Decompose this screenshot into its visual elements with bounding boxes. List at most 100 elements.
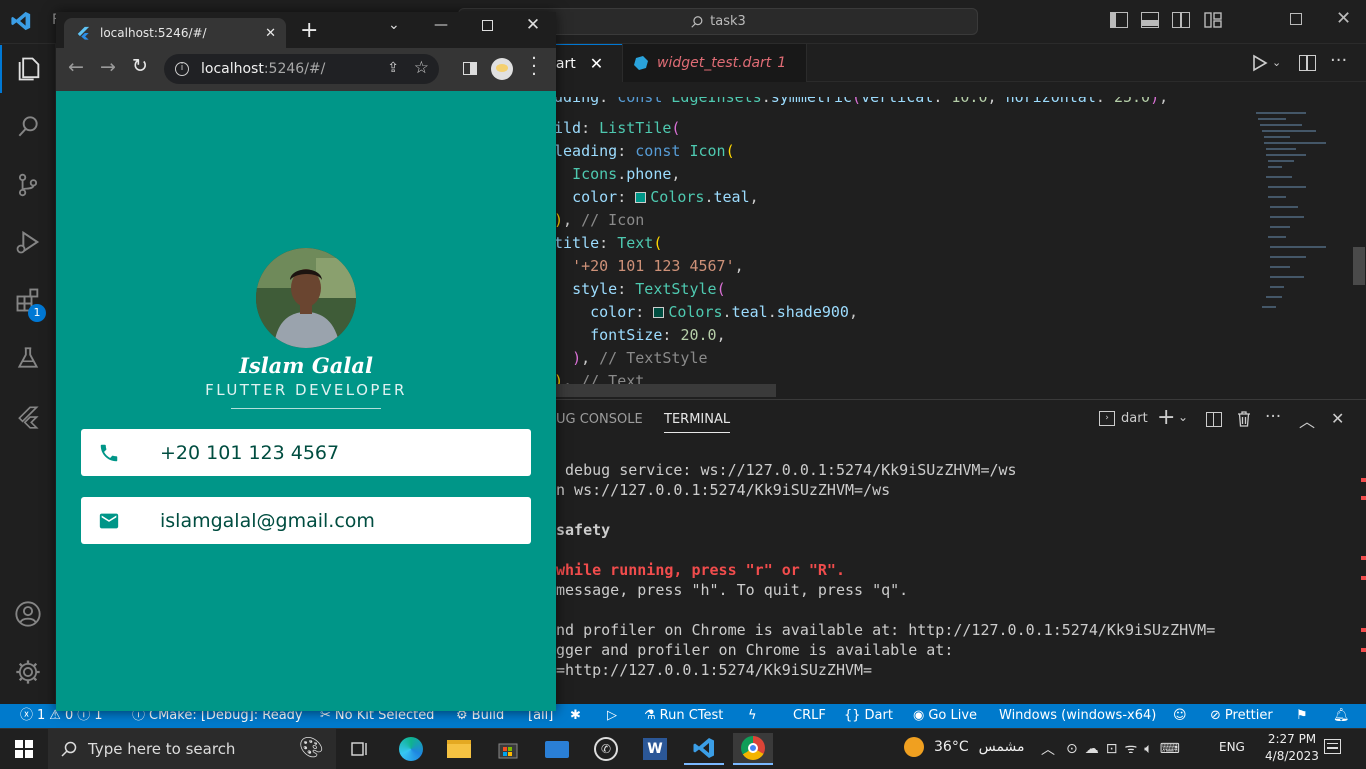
more-actions-icon[interactable]: ··· — [1330, 50, 1347, 71]
terminal-line: message, press "h". To quit, press "q". — [556, 581, 909, 599]
debug-bug-icon[interactable]: ✱ — [570, 704, 581, 728]
source-control-icon[interactable] — [0, 161, 56, 209]
microsoft-store-icon[interactable] — [488, 733, 528, 765]
color-swatch[interactable] — [653, 307, 665, 318]
copilot-icon[interactable]: ☺ — [1173, 704, 1187, 728]
search-placeholder: Type here to search — [88, 740, 236, 758]
address-bar[interactable]: i localhost:5246/#/ ⇪ ☆ — [164, 54, 439, 84]
flutter-device-selector[interactable]: Windows (windows-x64) — [999, 704, 1156, 728]
edge-browser-icon[interactable] — [391, 733, 431, 765]
close-tab-icon[interactable]: ✕ — [590, 54, 603, 73]
explorer-icon[interactable] — [0, 45, 56, 93]
launch-play-icon[interactable]: ▷ — [607, 704, 617, 728]
notifications-bell-icon[interactable]: 🔔︎ — [1333, 704, 1350, 728]
windows-start-icon[interactable] — [4, 733, 44, 765]
tab-widget-test[interactable]: widget_test.dart 1 — [622, 44, 807, 82]
mail-icon[interactable] — [537, 733, 577, 765]
tab-terminal[interactable]: TERMINAL — [664, 412, 731, 433]
input-language[interactable]: ENG — [1219, 740, 1245, 754]
reload-icon[interactable]: ↻ — [132, 55, 148, 77]
vertical-scrollbar[interactable] — [1350, 97, 1366, 397]
phone-card[interactable]: +20 101 123 4567 — [81, 429, 531, 476]
share-icon[interactable]: ⇪ — [387, 60, 399, 76]
minimap[interactable] — [1246, 97, 1350, 397]
close-window-icon[interactable]: ✕ — [510, 12, 556, 38]
flutter-icon[interactable] — [0, 393, 56, 441]
more-actions-icon[interactable]: ··· — [1265, 407, 1281, 427]
whatsapp-icon[interactable]: ✆ — [586, 733, 626, 765]
email-card[interactable]: islamgalal@gmail.com — [81, 497, 531, 544]
profile-avatar[interactable] — [491, 58, 513, 80]
tab-debug-console[interactable]: UG CONSOLE — [556, 412, 643, 427]
lightning-icon[interactable]: ϟ — [748, 704, 757, 728]
chevron-down-icon[interactable]: ⌄ — [1178, 410, 1188, 424]
chrome-menu-icon[interactable]: · · · — [531, 50, 537, 84]
prettier-status[interactable]: ⊘ Prettier — [1210, 704, 1273, 728]
browser-tab[interactable]: localhost:5246/#/ ✕ — [64, 18, 286, 48]
search-icon[interactable] — [0, 102, 56, 150]
horizontal-scrollbar[interactable] — [556, 384, 776, 397]
code-line: fontSize: 20.0, — [590, 326, 726, 344]
split-editor-icon[interactable] — [1299, 55, 1316, 71]
site-info-icon[interactable]: i — [175, 62, 189, 76]
terminal-line: n ws://127.0.0.1:5274/Kk9iSUzZHVM=/ws — [556, 481, 891, 499]
customize-layout-icon[interactable] — [1204, 12, 1222, 28]
restore-window-icon[interactable] — [1290, 13, 1302, 25]
vscode-taskbar-icon[interactable] — [684, 733, 724, 765]
tab-main-dart[interactable]: lart ✕ — [552, 44, 622, 82]
chevron-down-icon[interactable]: ⌄ — [1272, 56, 1281, 69]
clock[interactable]: 2:27 PM 4/8/2023 — [1262, 731, 1322, 765]
back-arrow-icon[interactable]: ← — [68, 56, 84, 78]
notification-center-icon[interactable] — [1324, 739, 1341, 754]
go-live-button[interactable]: ◉ Go Live — [913, 704, 977, 728]
color-swatch[interactable] — [635, 192, 647, 203]
forward-arrow-icon[interactable]: → — [100, 56, 116, 78]
word-icon[interactable]: W — [635, 733, 675, 765]
tab-search-chevron-icon[interactable]: ⌄ — [388, 17, 400, 33]
vscode-logo-icon[interactable] — [10, 10, 32, 32]
settings-gear-icon[interactable] — [0, 648, 56, 696]
run-debug-icon[interactable] — [0, 218, 56, 266]
task-view-icon[interactable] — [340, 733, 380, 765]
feedback-icon[interactable]: ⚑ — [1296, 704, 1308, 728]
eol-selector[interactable]: CRLF — [793, 704, 826, 728]
broadcast-icon: ◉ — [913, 708, 925, 723]
close-panel-icon[interactable]: ✕ — [1331, 409, 1344, 428]
weather-widget[interactable]: 36°C مشمس — [904, 737, 1025, 757]
run-ctest-button[interactable]: ⚗ Run CTest — [644, 704, 723, 728]
activity-bar: 1 — [0, 44, 56, 704]
code-editor[interactable]: dding: const EdgeInsets.symmetric(vertic… — [556, 97, 1246, 397]
code-line: dding: const EdgeInsets.symmetric(vertic… — [556, 97, 1169, 106]
app-role-subtitle: FLUTTER DEVELOPER — [205, 381, 407, 399]
testing-flask-icon[interactable] — [0, 334, 56, 382]
close-tab-icon[interactable]: ✕ — [265, 26, 276, 41]
show-hidden-icons-chevron-icon[interactable]: ︿ — [1041, 739, 1055, 759]
toggle-panel-icon[interactable] — [1141, 12, 1159, 28]
trash-icon[interactable] — [1237, 411, 1251, 431]
chrome-tab-strip: localhost:5246/#/ ✕ + ⌄ — ✕ — [56, 12, 556, 48]
bookmark-star-icon[interactable]: ☆ — [414, 58, 429, 78]
minimize-icon[interactable]: — — [418, 12, 464, 38]
close-window-icon[interactable]: ✕ — [1336, 8, 1351, 29]
maximize-panel-chevron-up-icon[interactable]: ︿ — [1299, 408, 1315, 432]
language-mode[interactable]: {} Dart — [844, 704, 893, 728]
extensions-badge: 1 — [28, 304, 46, 322]
accounts-icon[interactable] — [0, 590, 56, 638]
terminal-output[interactable]: debug service: ws://127.0.0.1:5274/Kk9iS… — [556, 456, 1356, 696]
new-terminal-plus-icon[interactable]: + — [1157, 405, 1175, 430]
maximize-icon[interactable] — [464, 12, 510, 38]
run-icon[interactable] — [1252, 54, 1268, 76]
terminal-profile-label: dart — [1121, 411, 1148, 426]
side-panel-icon[interactable] — [463, 62, 477, 75]
extensions-icon[interactable]: 1 — [0, 276, 56, 324]
new-tab-plus-icon[interactable]: + — [300, 18, 318, 43]
taskbar-search-box[interactable]: Type here to search 🎨︎ — [48, 729, 336, 769]
system-tray-icons[interactable]: ⊙☁⊡ᯤ🔈︎⌨ — [1066, 739, 1187, 758]
split-terminal-icon[interactable] — [1206, 412, 1222, 427]
phone-text: +20 101 123 4567 — [160, 441, 340, 464]
terminal-profile-selector[interactable]: › dart — [1099, 411, 1148, 426]
toggle-secondary-sidebar-icon[interactable] — [1172, 12, 1190, 28]
file-explorer-icon[interactable] — [439, 733, 479, 765]
chrome-taskbar-icon[interactable] — [733, 733, 773, 765]
toggle-primary-sidebar-icon[interactable] — [1110, 12, 1128, 28]
